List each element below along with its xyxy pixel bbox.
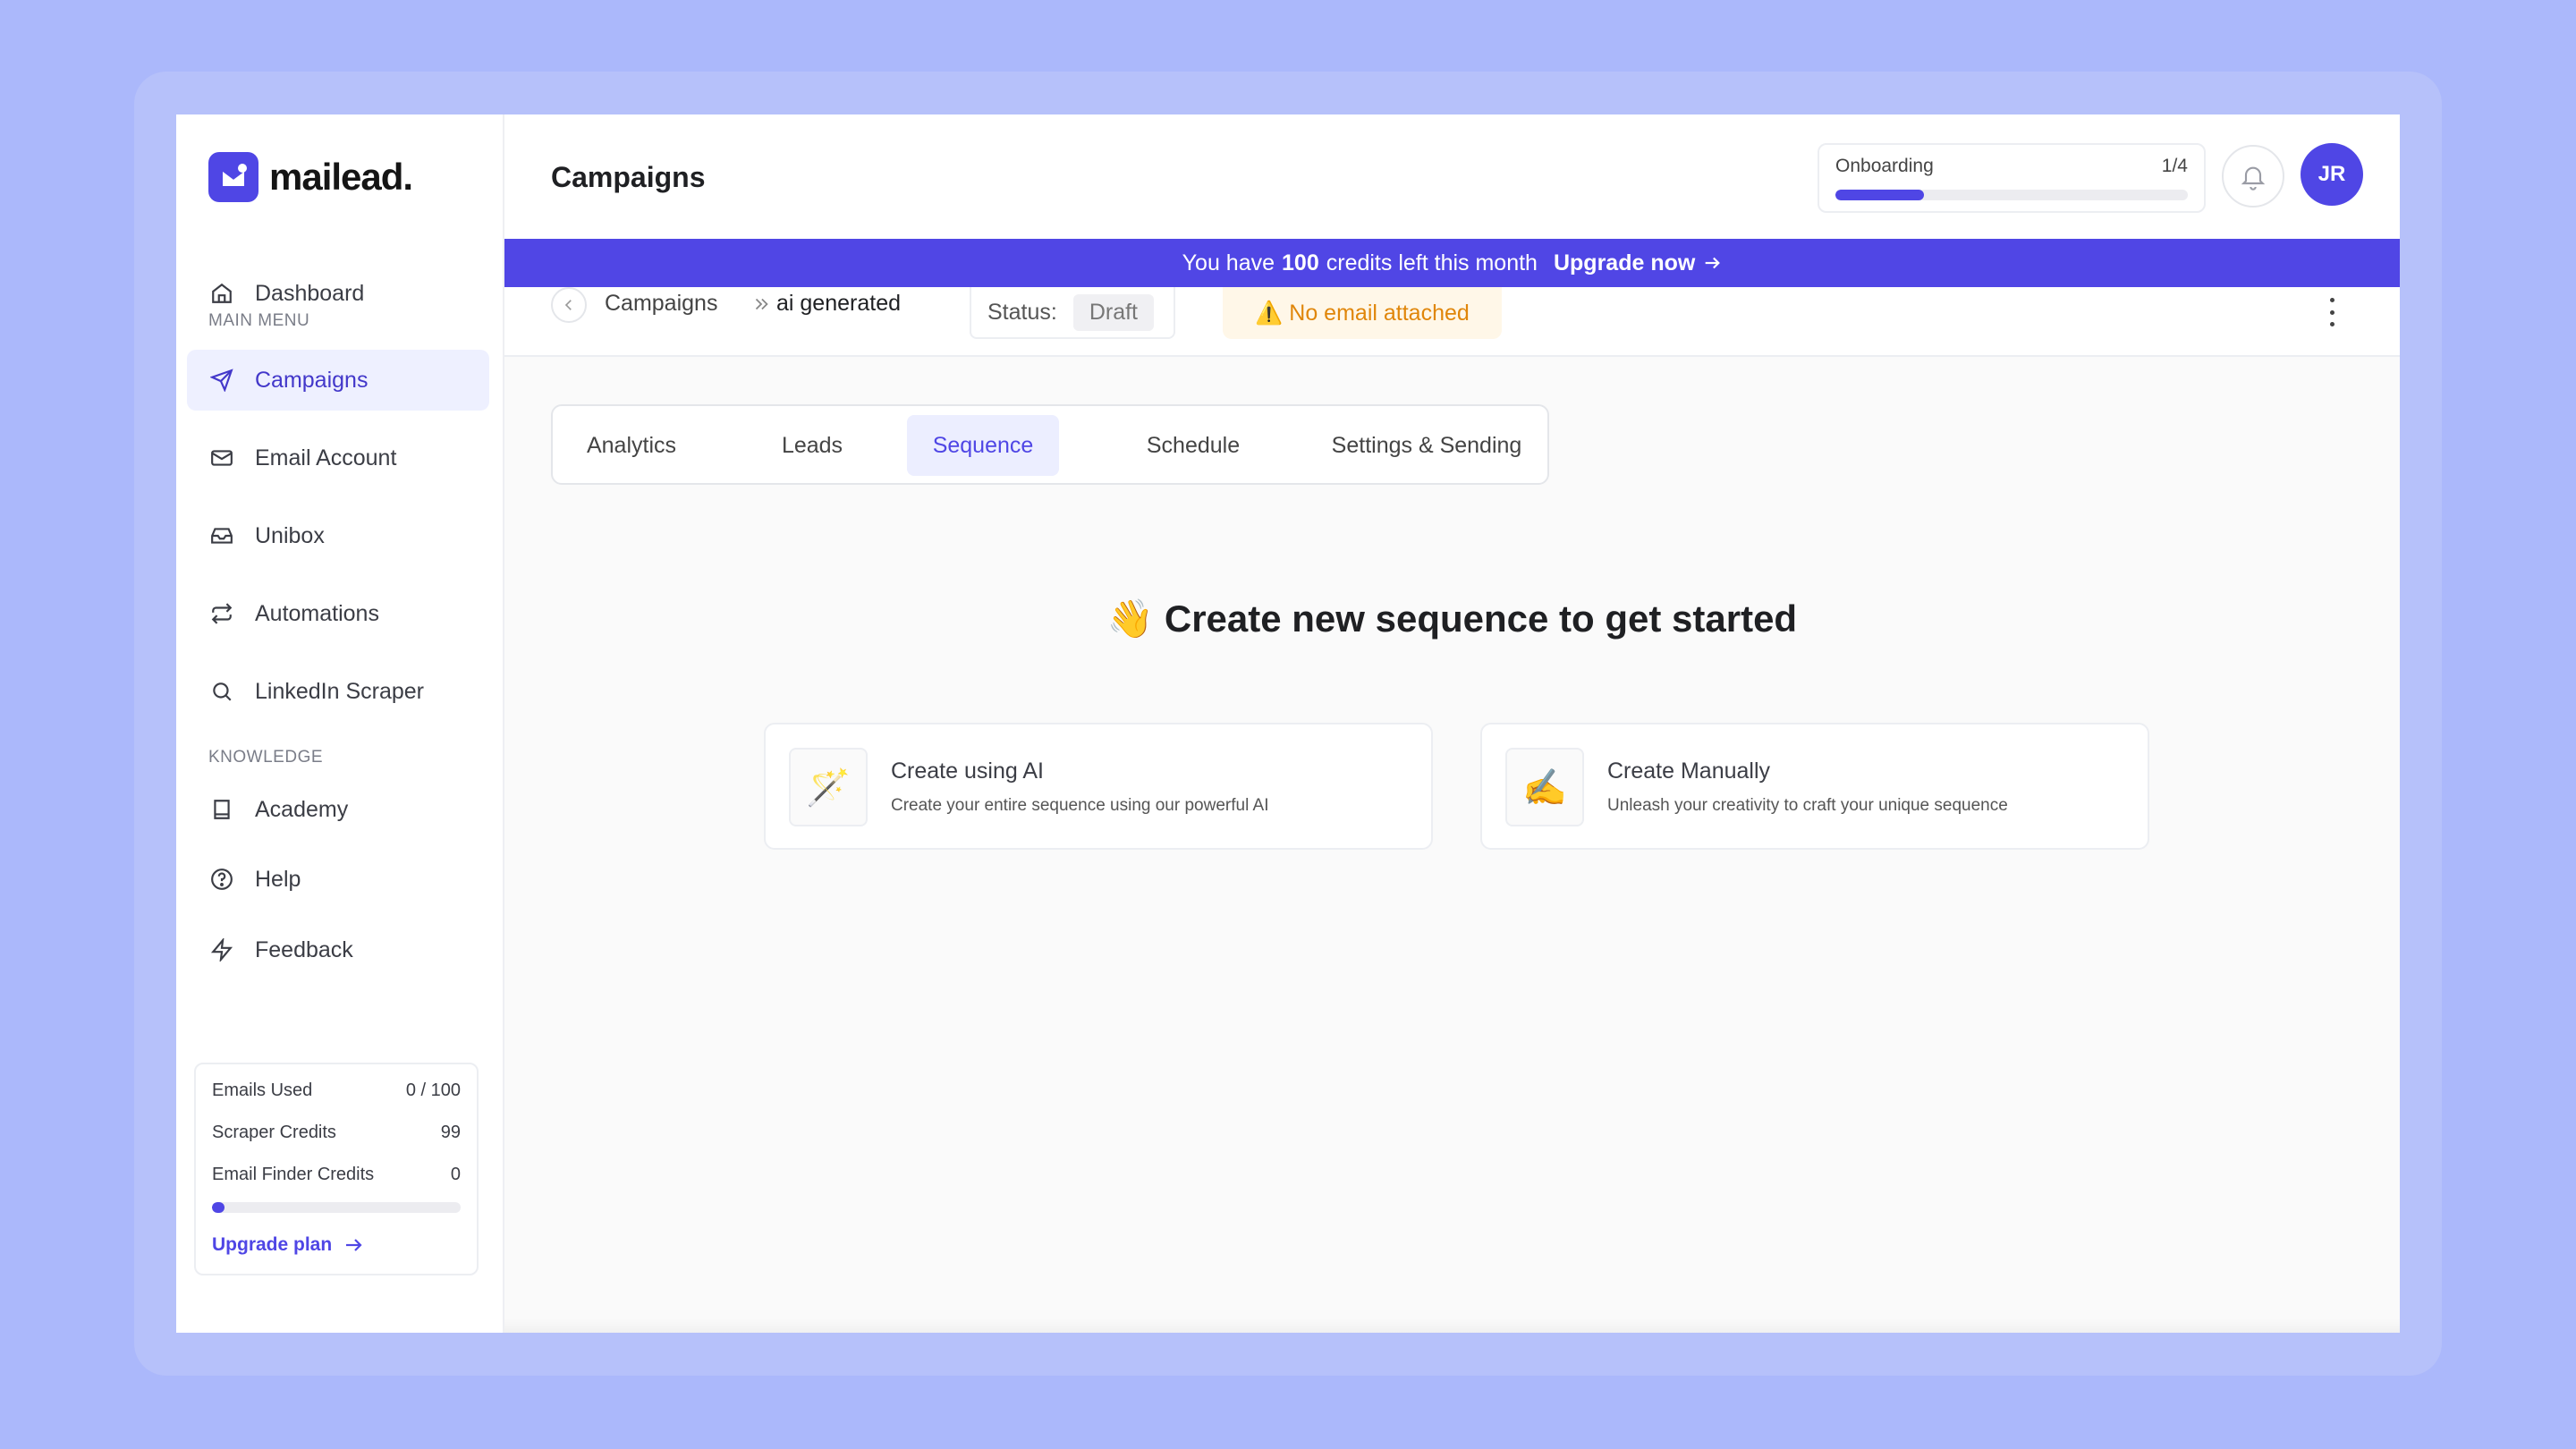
sidebar-item-linkedin-scraper[interactable]: LinkedIn Scraper [187,661,489,722]
card-title: Create Manually [1607,758,1771,784]
inbox-icon [208,522,235,549]
app-window: mailead. Dashboard MAIN MENU Campaigns E… [176,114,2400,1333]
create-using-ai-card[interactable]: 🪄 Create using AI Create your entire seq… [764,723,1433,850]
repeat-icon [208,600,235,627]
email-finder-credits-value: 0 [450,1165,461,1184]
brand-name: mailead. [269,156,413,198]
onboarding-count: 1/4 [2161,156,2188,176]
brand-logo[interactable]: mailead. [208,152,413,202]
send-icon [208,367,235,394]
sidebar-item-label: Unibox [255,522,325,548]
emails-used-value: 0 / 100 [405,1080,461,1100]
breadcrumb-current-campaign: ai generated [776,291,902,316]
upgrade-now-link[interactable]: Upgrade now [1554,250,1722,276]
onboarding-bar [1835,190,2188,200]
emails-used-label: Emails Used [212,1080,313,1100]
credits-usage-fill [212,1202,225,1213]
help-circle-icon [208,866,235,893]
more-options-icon[interactable] [2328,298,2335,326]
campaign-tabs: Analytics Leads Sequence Schedule Settin… [551,404,1549,485]
arrow-right-icon [343,1234,364,1256]
sidebar-item-label: Campaigns [255,367,369,393]
sidebar-item-label: Automations [255,600,379,626]
tab-analytics[interactable]: Analytics [569,415,694,476]
credits-banner: You have 100 credits left this month Upg… [504,239,2400,287]
page-title: Campaigns [551,161,706,193]
sidebar-item-label: Academy [255,796,349,822]
main-menu-heading: MAIN MENU [208,311,310,330]
sidebar-item-academy[interactable]: Academy [187,779,489,840]
scraper-credits-label: Scraper Credits [212,1123,336,1142]
sidebar-item-help[interactable]: Help [187,849,489,910]
email-finder-credits-label: Email Finder Credits [212,1165,375,1184]
arrow-right-icon [1702,253,1722,273]
emails-used-row: Emails Used 0 / 100 [212,1080,461,1123]
chevrons-right-icon [751,294,771,320]
home-icon [208,280,235,307]
zap-icon [208,936,235,963]
onboarding-label: Onboarding [1835,156,1934,176]
status-label: Status: [987,299,1057,325]
scraper-credits-value: 99 [440,1123,461,1142]
knowledge-heading: KNOWLEDGE [208,748,324,767]
tab-settings-sending[interactable]: Settings & Sending [1315,415,1538,476]
onboarding-bar-fill [1835,190,1924,200]
tab-schedule[interactable]: Schedule [1113,415,1274,476]
card-description: Unleash your creativity to craft your un… [1607,796,2008,815]
upgrade-plan-link[interactable]: Upgrade plan [212,1234,461,1256]
banner-prefix: You have [1182,250,1275,275]
breadcrumb-campaigns[interactable]: Campaigns [605,291,717,317]
status-badge: Draft [1072,293,1155,331]
status-indicator: Status: Draft [970,287,1175,339]
main-area: Campaigns Onboarding 1/4 JR You have 100 [504,114,2400,1333]
campaign-subbar: Campaigns ai generated Status: Draft ⚠️ … [504,287,2400,357]
credits-usage-bar [212,1202,461,1213]
back-button[interactable] [551,287,587,323]
create-manually-card[interactable]: ✍️ Create Manually Unleash your creativi… [1480,723,2149,850]
sidebar-item-label: Feedback [255,936,353,962]
no-email-warning[interactable]: ⚠️ No email attached [1223,287,1502,339]
sidebar-item-campaigns[interactable]: Campaigns [187,350,489,411]
notifications-button[interactable] [2222,145,2284,208]
sidebar-item-label: LinkedIn Scraper [255,678,425,704]
tab-leads[interactable]: Leads [758,415,866,476]
scraper-credits-row: Scraper Credits 99 [212,1123,461,1165]
sidebar: mailead. Dashboard MAIN MENU Campaigns E… [176,114,504,1333]
card-description: Create your entire sequence using our po… [891,796,1269,815]
onboarding-progress[interactable]: Onboarding 1/4 [1818,143,2206,213]
sidebar-item-label: Email Account [255,445,397,470]
user-avatar[interactable]: JR [2301,143,2363,206]
magic-wand-icon: 🪄 [789,748,868,826]
writing-hand-icon: ✍️ [1505,748,1584,826]
email-finder-credits-row: Email Finder Credits 0 [212,1165,461,1200]
chevron-left-icon [561,297,577,313]
topbar: Campaigns Onboarding 1/4 JR [504,114,2400,239]
bell-icon [2239,162,2267,191]
book-icon [208,796,235,823]
credits-card: Emails Used 0 / 100 Scraper Credits 99 E… [194,1063,479,1275]
sidebar-item-unibox[interactable]: Unibox [187,505,489,566]
banner-credits-count: 100 [1282,250,1319,275]
mail-icon [208,445,235,471]
mail-logo-icon [208,152,258,202]
upgrade-plan-label: Upgrade plan [212,1234,333,1255]
sidebar-item-label: Help [255,866,301,892]
upgrade-now-label: Upgrade now [1553,250,1696,275]
sidebar-item-feedback[interactable]: Feedback [187,919,489,980]
search-icon [208,678,235,705]
empty-state-headline: 👋 Create new sequence to get started [1106,597,1798,640]
bottom-shadow [504,1318,2400,1333]
card-title: Create using AI [891,758,1044,784]
sidebar-item-email-account[interactable]: Email Account [187,428,489,488]
sidebar-item-label: Dashboard [255,280,365,306]
sidebar-item-automations[interactable]: Automations [187,583,489,644]
banner-suffix: credits left this month [1326,250,1538,275]
tab-sequence[interactable]: Sequence [907,415,1059,476]
